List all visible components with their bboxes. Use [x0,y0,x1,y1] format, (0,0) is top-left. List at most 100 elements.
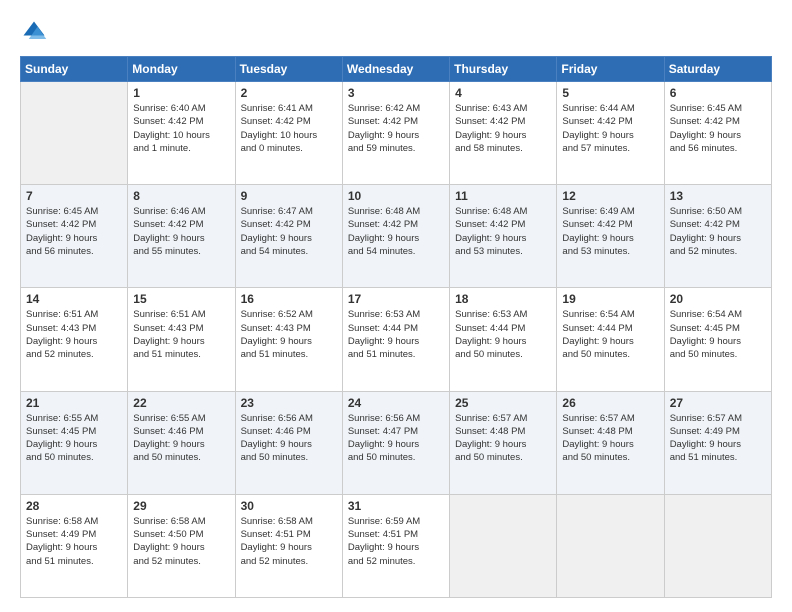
week-row-0: 1 Sunrise: 6:40 AM Sunset: 4:42 PM Daylig… [21,82,772,185]
day-cell: 1 Sunrise: 6:40 AM Sunset: 4:42 PM Daylig… [128,82,235,185]
day-cell [557,494,664,597]
day-number: 17 [348,292,444,306]
day-number: 6 [670,86,766,100]
day-header-saturday: Saturday [664,57,771,82]
day-cell: 23 Sunrise: 6:56 AM Sunset: 4:46 PM Dayli… [235,391,342,494]
day-number: 22 [133,396,229,410]
day-number: 24 [348,396,444,410]
day-cell: 12 Sunrise: 6:49 AM Sunset: 4:42 PM Dayli… [557,185,664,288]
day-cell: 29 Sunrise: 6:58 AM Sunset: 4:50 PM Dayli… [128,494,235,597]
day-number: 1 [133,86,229,100]
week-row-1: 7 Sunrise: 6:45 AM Sunset: 4:42 PM Daylig… [21,185,772,288]
day-number: 3 [348,86,444,100]
day-number: 29 [133,499,229,513]
day-number: 4 [455,86,551,100]
day-cell: 25 Sunrise: 6:57 AM Sunset: 4:48 PM Dayli… [450,391,557,494]
day-number: 26 [562,396,658,410]
day-cell: 6 Sunrise: 6:45 AM Sunset: 4:42 PM Daylig… [664,82,771,185]
day-info: Sunrise: 6:48 AM Sunset: 4:42 PM Dayligh… [455,205,551,258]
day-cell: 17 Sunrise: 6:53 AM Sunset: 4:44 PM Dayli… [342,288,449,391]
day-info: Sunrise: 6:57 AM Sunset: 4:49 PM Dayligh… [670,412,766,465]
day-number: 5 [562,86,658,100]
day-info: Sunrise: 6:56 AM Sunset: 4:47 PM Dayligh… [348,412,444,465]
day-cell: 13Sunrise: 6:50 AM Sunset: 4:42 PM Dayli… [664,185,771,288]
day-header-monday: Monday [128,57,235,82]
day-info: Sunrise: 6:42 AM Sunset: 4:42 PM Dayligh… [348,102,444,155]
week-row-2: 14 Sunrise: 6:51 AM Sunset: 4:43 PM Dayli… [21,288,772,391]
day-number: 20 [670,292,766,306]
day-cell: 11 Sunrise: 6:48 AM Sunset: 4:42 PM Dayli… [450,185,557,288]
day-number: 21 [26,396,122,410]
day-number: 15 [133,292,229,306]
day-cell: 2 Sunrise: 6:41 AM Sunset: 4:42 PM Daylig… [235,82,342,185]
day-info: Sunrise: 6:56 AM Sunset: 4:46 PM Dayligh… [241,412,337,465]
header [20,18,772,46]
day-cell: 19 Sunrise: 6:54 AM Sunset: 4:44 PM Dayli… [557,288,664,391]
day-cell: 7 Sunrise: 6:45 AM Sunset: 4:42 PM Daylig… [21,185,128,288]
day-info: Sunrise: 6:48 AM Sunset: 4:42 PM Dayligh… [348,205,444,258]
day-number: 27 [670,396,766,410]
day-info: Sunrise: 6:58 AM Sunset: 4:51 PM Dayligh… [241,515,337,568]
day-info: Sunrise: 6:52 AM Sunset: 4:43 PM Dayligh… [241,308,337,361]
day-number: 14 [26,292,122,306]
day-cell: 21 Sunrise: 6:55 AM Sunset: 4:45 PM Dayli… [21,391,128,494]
day-number: 2 [241,86,337,100]
logo-icon [20,18,48,46]
day-number: 25 [455,396,551,410]
day-info: Sunrise: 6:43 AM Sunset: 4:42 PM Dayligh… [455,102,551,155]
day-cell: 3 Sunrise: 6:42 AM Sunset: 4:42 PM Daylig… [342,82,449,185]
day-number: 16 [241,292,337,306]
day-info: Sunrise: 6:51 AM Sunset: 4:43 PM Dayligh… [133,308,229,361]
day-cell: 4 Sunrise: 6:43 AM Sunset: 4:42 PM Daylig… [450,82,557,185]
day-info: Sunrise: 6:50 AM Sunset: 4:42 PM Dayligh… [670,205,766,258]
day-info: Sunrise: 6:58 AM Sunset: 4:49 PM Dayligh… [26,515,122,568]
day-number: 11 [455,189,551,203]
day-cell: 31Sunrise: 6:59 AM Sunset: 4:51 PM Dayli… [342,494,449,597]
day-cell [664,494,771,597]
calendar-table: SundayMondayTuesdayWednesdayThursdayFrid… [20,56,772,598]
logo [20,18,52,46]
week-row-4: 28Sunrise: 6:58 AM Sunset: 4:49 PM Dayli… [21,494,772,597]
day-info: Sunrise: 6:46 AM Sunset: 4:42 PM Dayligh… [133,205,229,258]
day-header-thursday: Thursday [450,57,557,82]
day-info: Sunrise: 6:51 AM Sunset: 4:43 PM Dayligh… [26,308,122,361]
day-header-tuesday: Tuesday [235,57,342,82]
day-cell: 18Sunrise: 6:53 AM Sunset: 4:44 PM Dayli… [450,288,557,391]
day-cell: 22 Sunrise: 6:55 AM Sunset: 4:46 PM Dayli… [128,391,235,494]
day-cell: 8 Sunrise: 6:46 AM Sunset: 4:42 PM Daylig… [128,185,235,288]
day-info: Sunrise: 6:45 AM Sunset: 4:42 PM Dayligh… [26,205,122,258]
page: SundayMondayTuesdayWednesdayThursdayFrid… [0,0,792,612]
day-number: 8 [133,189,229,203]
day-cell: 5Sunrise: 6:44 AM Sunset: 4:42 PM Daylig… [557,82,664,185]
day-info: Sunrise: 6:53 AM Sunset: 4:44 PM Dayligh… [455,308,551,361]
day-cell: 28Sunrise: 6:58 AM Sunset: 4:49 PM Dayli… [21,494,128,597]
day-cell: 15 Sunrise: 6:51 AM Sunset: 4:43 PM Dayli… [128,288,235,391]
week-row-3: 21 Sunrise: 6:55 AM Sunset: 4:45 PM Dayli… [21,391,772,494]
day-header-wednesday: Wednesday [342,57,449,82]
day-number: 19 [562,292,658,306]
header-row: SundayMondayTuesdayWednesdayThursdayFrid… [21,57,772,82]
day-info: Sunrise: 6:57 AM Sunset: 4:48 PM Dayligh… [455,412,551,465]
day-header-friday: Friday [557,57,664,82]
day-info: Sunrise: 6:41 AM Sunset: 4:42 PM Dayligh… [241,102,337,155]
day-number: 23 [241,396,337,410]
day-cell: 26 Sunrise: 6:57 AM Sunset: 4:48 PM Dayli… [557,391,664,494]
day-info: Sunrise: 6:45 AM Sunset: 4:42 PM Dayligh… [670,102,766,155]
day-cell: 30Sunrise: 6:58 AM Sunset: 4:51 PM Dayli… [235,494,342,597]
day-number: 7 [26,189,122,203]
day-info: Sunrise: 6:54 AM Sunset: 4:44 PM Dayligh… [562,308,658,361]
day-cell: 20 Sunrise: 6:54 AM Sunset: 4:45 PM Dayli… [664,288,771,391]
day-number: 12 [562,189,658,203]
day-info: Sunrise: 6:55 AM Sunset: 4:46 PM Dayligh… [133,412,229,465]
day-cell: 14 Sunrise: 6:51 AM Sunset: 4:43 PM Dayli… [21,288,128,391]
day-info: Sunrise: 6:55 AM Sunset: 4:45 PM Dayligh… [26,412,122,465]
day-info: Sunrise: 6:40 AM Sunset: 4:42 PM Dayligh… [133,102,229,155]
day-info: Sunrise: 6:58 AM Sunset: 4:50 PM Dayligh… [133,515,229,568]
day-number: 31 [348,499,444,513]
day-info: Sunrise: 6:47 AM Sunset: 4:42 PM Dayligh… [241,205,337,258]
day-info: Sunrise: 6:49 AM Sunset: 4:42 PM Dayligh… [562,205,658,258]
day-info: Sunrise: 6:54 AM Sunset: 4:45 PM Dayligh… [670,308,766,361]
day-info: Sunrise: 6:53 AM Sunset: 4:44 PM Dayligh… [348,308,444,361]
day-cell: 9Sunrise: 6:47 AM Sunset: 4:42 PM Daylig… [235,185,342,288]
day-info: Sunrise: 6:57 AM Sunset: 4:48 PM Dayligh… [562,412,658,465]
